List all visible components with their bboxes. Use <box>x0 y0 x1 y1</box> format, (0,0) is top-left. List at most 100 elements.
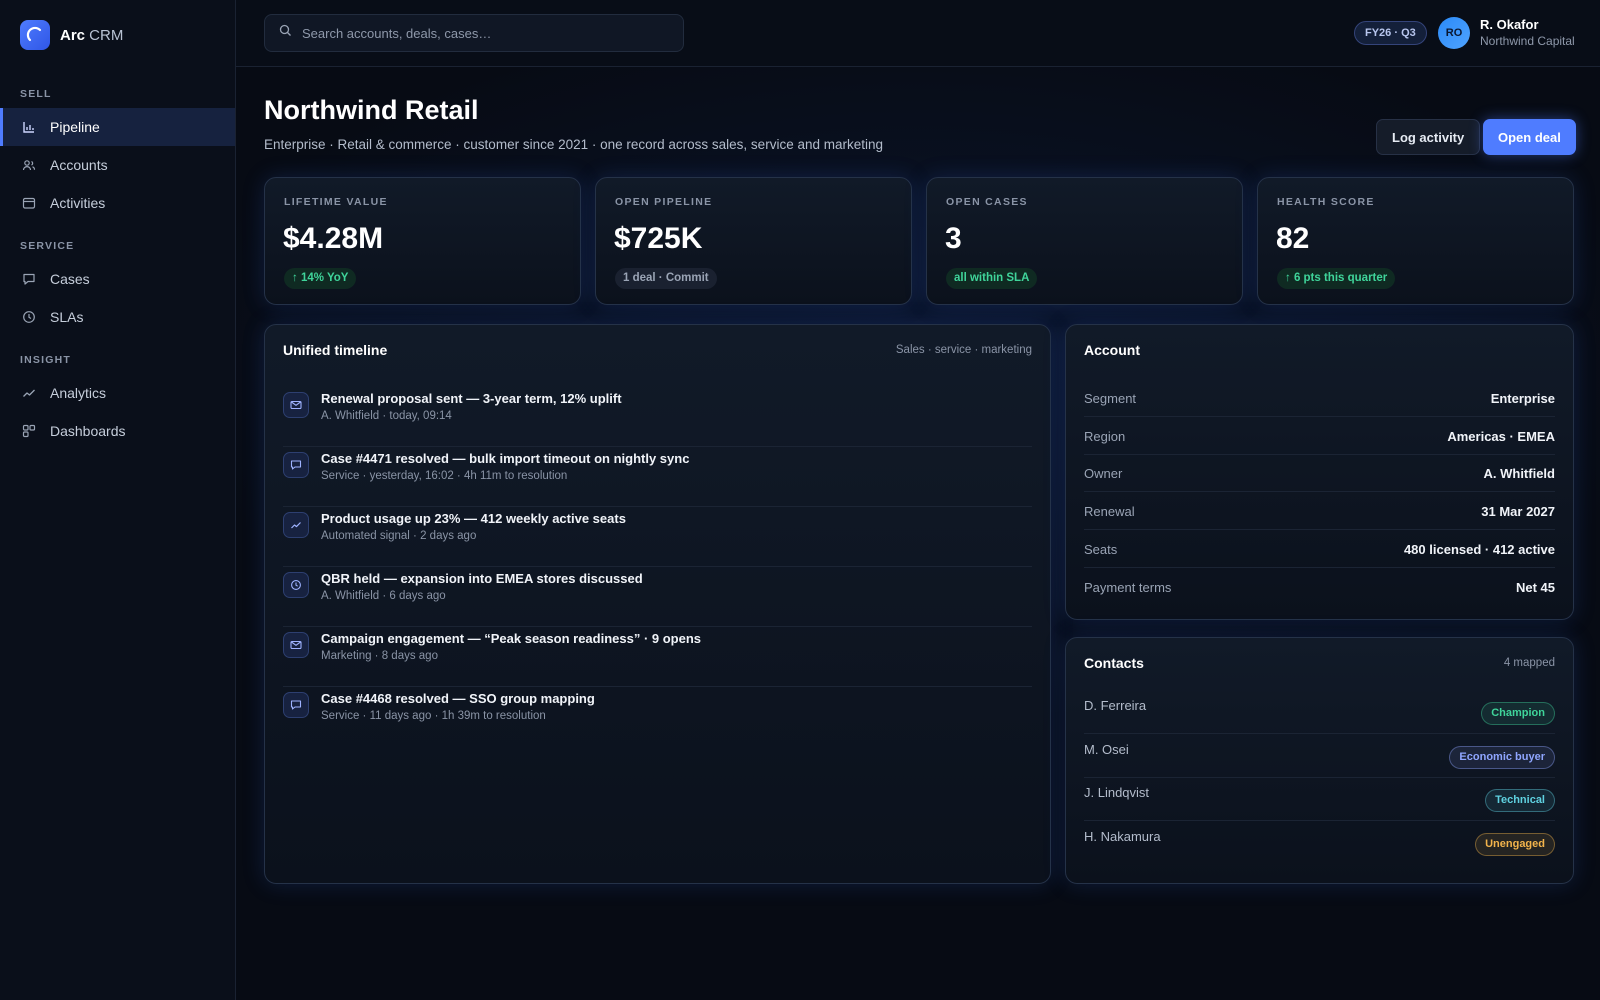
sidebar-item-cases[interactable]: Cases <box>0 260 235 298</box>
contacts-card: Contacts 4 mapped D. Ferreira Champion M… <box>1065 637 1574 884</box>
search-input[interactable] <box>302 25 662 41</box>
timeline-item[interactable]: QBR held — expansion into EMEA stores di… <box>283 567 1032 627</box>
message-icon <box>283 452 309 478</box>
sidebar-item-dashboards[interactable]: Dashboards <box>0 412 235 450</box>
kpi-value: $725K <box>614 222 703 255</box>
kpi-label: OPEN PIPELINE <box>615 196 713 208</box>
account-row-payment-terms: Payment terms Net 45 <box>1084 568 1555 606</box>
clock-icon <box>22 309 38 325</box>
search-box[interactable] <box>264 14 684 52</box>
sidebar-item-label: Cases <box>50 271 90 287</box>
timeline-item-meta: Automated signal · 2 days ago <box>321 530 477 542</box>
timeline-item-meta: Service · yesterday, 16:02 · 4h 11m to r… <box>321 470 568 482</box>
contact-role-badge: Unengaged <box>1475 833 1555 856</box>
account-row-owner: Owner A. Whitfield <box>1084 454 1555 492</box>
sidebar-item-analytics[interactable]: Analytics <box>0 374 235 412</box>
sidebar-item-activities[interactable]: Activities <box>0 184 235 222</box>
timeline-item-title: Campaign engagement — “Peak season readi… <box>321 631 702 646</box>
fiscal-period-badge[interactable]: FY26 · Q3 <box>1354 21 1427 45</box>
kpi-value: 3 <box>945 222 962 255</box>
timeline-item[interactable]: Renewal proposal sent — 3-year term, 12%… <box>283 387 1032 447</box>
log-activity-button[interactable]: Log activity <box>1376 119 1481 155</box>
brand-name: Arc CRM <box>60 26 124 44</box>
timeline-item-title: Product usage up 23% — 412 weekly active… <box>321 511 626 526</box>
main-content: Northwind Retail Enterprise · Retail & c… <box>236 67 1600 1000</box>
user-org: Northwind Capital <box>1480 34 1575 48</box>
contact-name: J. Lindqvist <box>1084 785 1150 800</box>
sidebar-item-label: Pipeline <box>50 119 100 135</box>
timeline-filter-label: Sales · service · marketing <box>895 344 1032 356</box>
bar-chart-icon <box>22 119 38 135</box>
contact-role-badge: Economic buyer <box>1449 746 1555 769</box>
kpi-card-open-cases: OPEN CASES 3 all within SLA <box>926 177 1243 305</box>
account-row-value: A. Whitfield <box>1483 466 1556 481</box>
contact-row[interactable]: D. Ferreira Champion <box>1084 690 1555 734</box>
timeline-item-title: Case #4471 resolved — bulk import timeou… <box>321 451 690 466</box>
sidebar-item-label: Dashboards <box>50 423 126 439</box>
kpi-value: 82 <box>1276 222 1310 255</box>
account-row-region: Region Americas · EMEA <box>1084 417 1555 455</box>
page-subtitle: Enterprise · Retail & commerce · custome… <box>264 137 883 152</box>
kpi-trend-badge: ↑ 6 pts this quarter <box>1277 268 1396 289</box>
sidebar-item-label: Accounts <box>50 157 108 173</box>
account-row-key: Payment terms <box>1084 580 1172 595</box>
sidebar-item-slas[interactable]: SLAs <box>0 298 235 336</box>
contact-row[interactable]: J. Lindqvist Technical <box>1084 777 1555 821</box>
section-label-service: SERVICE <box>20 240 75 252</box>
contact-row[interactable]: M. Osei Economic buyer <box>1084 734 1555 778</box>
users-icon <box>22 157 38 173</box>
calendar-icon <box>22 195 38 211</box>
timeline-item[interactable]: Case #4468 resolved — SSO group mapping … <box>283 687 1032 747</box>
kpi-status-badge: 1 deal · Commit <box>615 268 717 289</box>
section-label-sell: SELL <box>20 88 52 100</box>
sidebar-item-label: SLAs <box>50 309 84 325</box>
sidebar-item-label: Activities <box>50 195 106 211</box>
account-row-renewal: Renewal 31 Mar 2027 <box>1084 492 1555 530</box>
timeline-item[interactable]: Case #4471 resolved — bulk import timeou… <box>283 447 1032 507</box>
message-icon <box>22 271 38 287</box>
timeline-item-title: Case #4468 resolved — SSO group mapping <box>321 691 595 706</box>
timeline-card: Unified timeline Sales · service · marke… <box>264 324 1051 884</box>
top-bar: FY26 · Q3 RO R. Okafor Northwind Capital <box>236 0 1600 67</box>
page-title: Northwind Retail <box>264 95 479 125</box>
timeline-item-meta: Service · 11 days ago · 1h 39m to resolu… <box>321 710 546 722</box>
avatar[interactable]: RO <box>1438 17 1470 49</box>
kpi-card-health-score: HEALTH SCORE 82 ↑ 6 pts this quarter <box>1257 177 1574 305</box>
trend-icon <box>22 385 38 401</box>
kpi-label: LIFETIME VALUE <box>284 196 388 208</box>
account-title: Account <box>1084 342 1140 358</box>
account-row-value: 480 licensed · 412 active <box>1403 542 1555 557</box>
contact-name: M. Osei <box>1084 742 1129 757</box>
contact-role-badge: Champion <box>1481 702 1555 725</box>
mail-icon <box>283 392 309 418</box>
timeline-item[interactable]: Product usage up 23% — 412 weekly active… <box>283 507 1032 567</box>
kpi-card-open-pipeline: OPEN PIPELINE $725K 1 deal · Commit <box>595 177 912 305</box>
sidebar-item-pipeline[interactable]: Pipeline <box>0 108 235 146</box>
timeline-item[interactable]: Campaign engagement — “Peak season readi… <box>283 627 1032 687</box>
sidebar-item-accounts[interactable]: Accounts <box>0 146 235 184</box>
user-name: R. Okafor <box>1480 17 1539 32</box>
kpi-label: OPEN CASES <box>946 196 1028 208</box>
message-icon <box>283 692 309 718</box>
brand[interactable]: Arc CRM <box>0 0 235 70</box>
timeline-item-meta: A. Whitfield · 6 days ago <box>321 590 446 602</box>
sidebar-item-label: Analytics <box>50 385 107 401</box>
account-row-segment: Segment Enterprise <box>1084 379 1555 417</box>
contact-name: H. Nakamura <box>1084 829 1161 844</box>
timeline-title: Unified timeline <box>283 342 388 358</box>
grid-icon <box>22 423 38 439</box>
timeline-item-title: Renewal proposal sent — 3-year term, 12%… <box>321 391 622 406</box>
contact-row[interactable]: H. Nakamura Unengaged <box>1084 821 1555 865</box>
timeline-item-meta: A. Whitfield · today, 09:14 <box>321 410 452 422</box>
account-row-key: Segment <box>1084 391 1137 406</box>
account-row-key: Renewal <box>1084 504 1135 519</box>
search-icon <box>279 24 292 42</box>
account-row-value: 31 Mar 2027 <box>1481 504 1555 519</box>
kpi-value: $4.28M <box>283 222 384 255</box>
account-row-key: Region <box>1084 429 1126 444</box>
contacts-count: 4 mapped <box>1503 657 1555 669</box>
mail-icon <box>283 632 309 658</box>
contacts-title: Contacts <box>1084 655 1144 671</box>
timeline-item-meta: Marketing · 8 days ago <box>321 650 438 662</box>
open-deal-button[interactable]: Open deal <box>1483 119 1576 155</box>
